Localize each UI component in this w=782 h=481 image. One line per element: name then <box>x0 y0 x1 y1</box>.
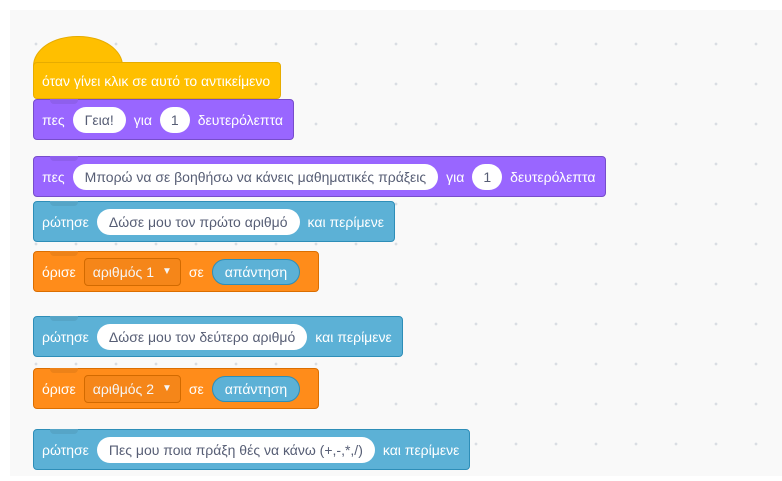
seconds-label: δευτερόλεπτα <box>510 168 596 185</box>
for-label: για <box>133 111 152 128</box>
secs-input[interactable]: 1 <box>159 106 190 133</box>
secs-input[interactable]: 1 <box>472 163 503 190</box>
ask-verb: ρώτησε <box>42 441 89 458</box>
say-message-input[interactable]: Μπορώ να σε βοηθήσω να κάνεις μαθηματικέ… <box>72 163 439 190</box>
answer-reporter[interactable]: απάντηση <box>211 375 301 402</box>
and-wait-label: και περίμενε <box>382 441 460 458</box>
set-variable-block-2[interactable]: όρισε αριθμός 2 ▼ σε απάντηση <box>33 368 320 409</box>
code-workspace[interactable]: όταν γίνει κλικ σε αυτό το αντικείμενο π… <box>10 10 782 476</box>
question-input[interactable]: Πες μου ποια πράξη θές να κάνω (+,-,*,/) <box>96 436 375 463</box>
to-label: σε <box>188 380 204 397</box>
to-label: σε <box>188 263 204 280</box>
dropdown-caret-icon: ▼ <box>161 265 172 277</box>
dropdown-caret-icon: ▼ <box>161 382 172 394</box>
ask-verb: ρώτησε <box>42 328 89 345</box>
ask-and-wait-block-2[interactable]: ρώτησε Δώσε μου τον δεύτερο αριθμό και π… <box>33 316 403 357</box>
and-wait-label: και περίμενε <box>307 213 384 230</box>
variable-dropdown[interactable]: αριθμός 1 ▼ <box>83 257 181 286</box>
when-sprite-clicked-block[interactable]: όταν γίνει κλικ σε αυτό το αντικείμενο <box>33 62 282 99</box>
variable-dropdown[interactable]: αριθμός 2 ▼ <box>83 374 181 403</box>
and-wait-label: και περίμενε <box>315 328 392 345</box>
answer-reporter[interactable]: απάντηση <box>211 258 301 285</box>
say-message-input[interactable]: Γεια! <box>72 106 126 133</box>
question-input[interactable]: Δώσε μου τον πρώτο αριθμό <box>96 208 300 235</box>
set-variable-block-1[interactable]: όρισε αριθμός 1 ▼ σε απάντηση <box>33 251 320 292</box>
variable-name: αριθμός 2 <box>92 380 154 397</box>
ask-and-wait-block-3[interactable]: ρώτησε Πες μου ποια πράξη θές να κάνω (+… <box>33 429 471 470</box>
question-input[interactable]: Δώσε μου τον δεύτερο αριθμό <box>96 323 308 350</box>
ask-and-wait-block-1[interactable]: ρώτησε Δώσε μου τον πρώτο αριθμό και περ… <box>33 201 395 242</box>
for-label: για <box>446 168 465 185</box>
ask-verb: ρώτησε <box>42 213 89 230</box>
say-verb: πες <box>42 168 65 185</box>
set-verb: όρισε <box>42 263 76 280</box>
say-for-secs-block-2[interactable]: πες Μπορώ να σε βοηθήσω να κάνεις μαθημα… <box>33 156 607 197</box>
say-for-secs-block-1[interactable]: πες Γεια! για 1 δευτερόλεπτα <box>33 99 294 140</box>
set-verb: όρισε <box>42 380 76 397</box>
seconds-label: δευτερόλεπτα <box>197 111 283 128</box>
say-verb: πες <box>42 111 65 128</box>
hat-block-label: όταν γίνει κλικ σε αυτό το αντικείμενο <box>42 72 271 89</box>
variable-name: αριθμός 1 <box>92 263 154 280</box>
